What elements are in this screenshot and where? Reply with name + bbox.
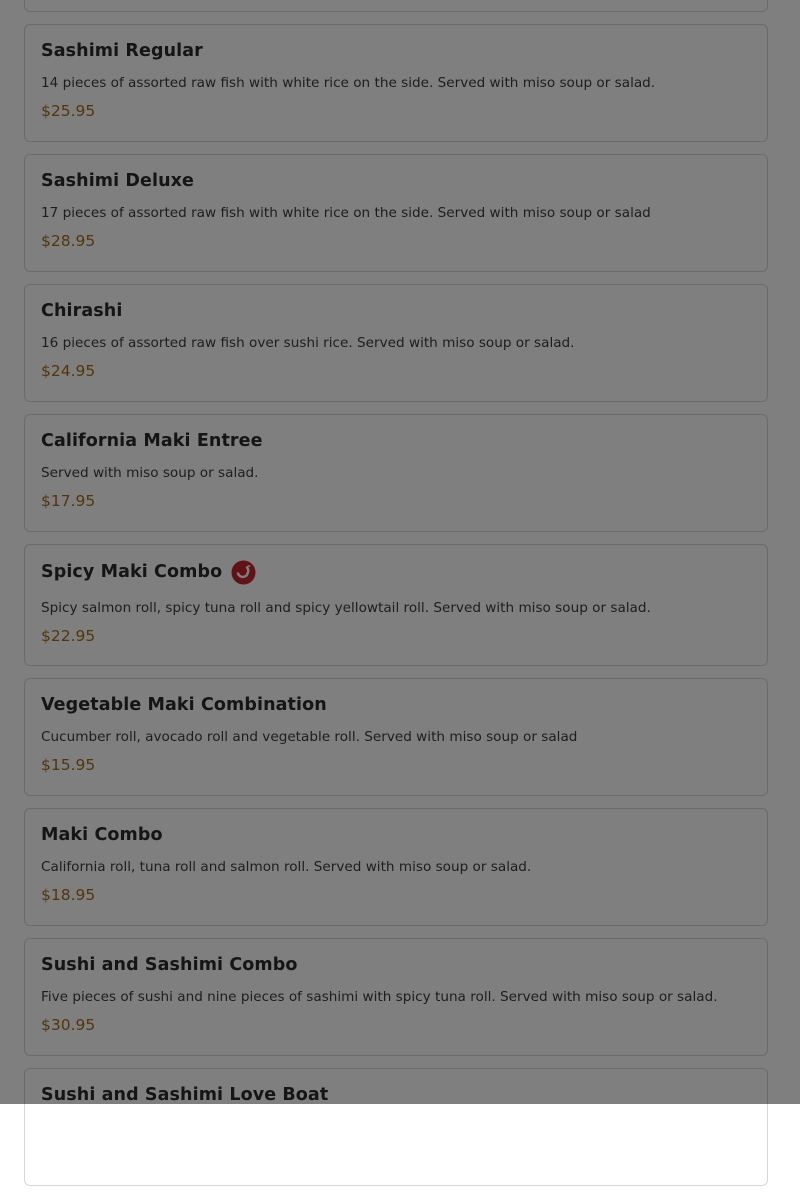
modal-backdrop-overlay[interactable] bbox=[0, 0, 800, 1104]
